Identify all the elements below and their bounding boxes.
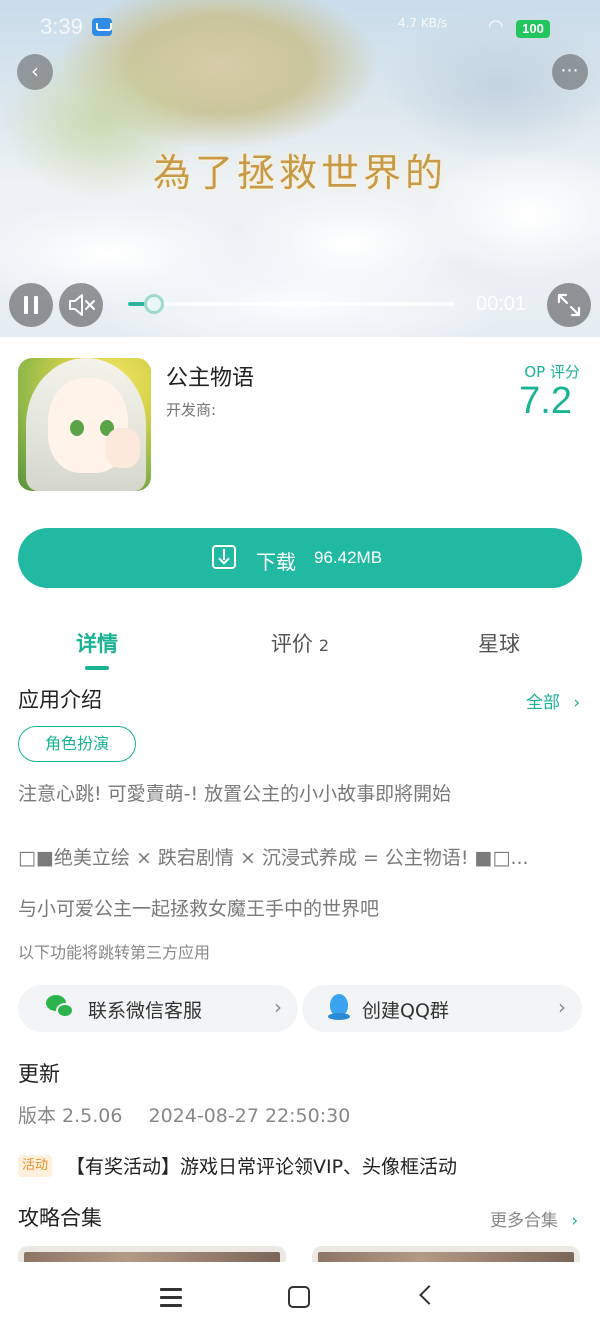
see-all-label: 全部 bbox=[526, 693, 560, 713]
chevron-right-icon: › bbox=[573, 693, 581, 713]
tab-planet[interactable]: 星球 bbox=[460, 628, 538, 658]
wifi-icon: ◠ bbox=[488, 16, 504, 37]
wechat-icon bbox=[46, 995, 76, 1021]
see-all-link[interactable]: 全部 › bbox=[526, 688, 580, 713]
mail-icon bbox=[92, 18, 112, 36]
developer-label: 开发商: bbox=[166, 401, 217, 419]
rating-label: OP 评分 bbox=[524, 363, 580, 381]
chevron-right-icon: › bbox=[558, 995, 566, 1019]
qq-icon bbox=[328, 994, 350, 1022]
version-number: 版本 2.5.06 bbox=[18, 1105, 123, 1127]
video-overlay-title: 為了拯救世界的 bbox=[152, 151, 447, 195]
update-date: 2024-08-27 22:50:30 bbox=[148, 1105, 351, 1127]
event-badge: 活动 bbox=[18, 1155, 53, 1177]
mute-icon bbox=[69, 294, 95, 316]
back-button[interactable]: ‹ bbox=[17, 54, 53, 90]
back-icon[interactable] bbox=[419, 1285, 439, 1305]
intro-line-2: □■绝美立绘 × 跌宕剧情 × 沉浸式养成 = 公主物语! ■□... bbox=[18, 847, 529, 869]
progress-handle[interactable] bbox=[144, 294, 165, 314]
rating-score: 7.2 bbox=[519, 380, 572, 422]
third-party-note: 以下功能将跳转第三方应用 bbox=[18, 943, 211, 962]
chevron-right-icon: › bbox=[274, 995, 282, 1019]
update-title: 更新 bbox=[18, 1062, 60, 1086]
video-progress-bar[interactable] bbox=[128, 294, 454, 314]
wechat-label: 联系微信客服 bbox=[88, 1000, 203, 1022]
active-tab-indicator bbox=[85, 666, 109, 670]
download-size: 96.42MB bbox=[314, 548, 383, 567]
app-title: 公主物语 bbox=[166, 366, 255, 391]
download-label: 下载 bbox=[256, 550, 296, 574]
network-speed: 4.7 KB/s bbox=[398, 16, 448, 30]
contact-wechat-button[interactable]: 联系微信客服 › bbox=[18, 985, 298, 1032]
fullscreen-button[interactable] bbox=[547, 283, 591, 327]
event-link[interactable]: 【有奖活动】游戏日常评论领VIP、头像框活动 bbox=[66, 1152, 457, 1179]
intro-line-1: 注意心跳! 可愛賣萌-! 放置公主的小小故事即將開始 bbox=[18, 783, 452, 805]
create-qq-group-button[interactable]: 创建QQ群 › bbox=[302, 985, 582, 1032]
mute-button[interactable] bbox=[59, 283, 103, 327]
review-count: 2 bbox=[318, 636, 330, 655]
ellipsis-icon: ⋯ bbox=[560, 60, 580, 81]
home-icon[interactable] bbox=[288, 1286, 310, 1308]
chevron-left-icon: ‹ bbox=[31, 59, 39, 83]
pause-button[interactable] bbox=[9, 283, 53, 327]
more-button[interactable]: ⋯ bbox=[552, 54, 588, 90]
more-collections-link[interactable]: 更多合集 › bbox=[490, 1206, 578, 1231]
tab-details[interactable]: 详情 bbox=[58, 628, 136, 658]
video-player[interactable]: 3:39 4.7 KB/s ◠ 100 為了拯救世界的 ‹ ⋯ 00:01 bbox=[0, 0, 600, 337]
app-icon bbox=[18, 358, 151, 491]
status-time: 3:39 bbox=[40, 14, 83, 39]
tab-reviews-label: 评价 bbox=[270, 632, 313, 656]
qq-label: 创建QQ群 bbox=[362, 1000, 449, 1022]
system-nav-bar bbox=[0, 1262, 600, 1333]
video-time: 00:01 bbox=[476, 293, 527, 315]
guides-title: 攻略合集 bbox=[18, 1206, 102, 1230]
download-button[interactable]: 下载 96.42MB bbox=[18, 528, 582, 588]
intro-title: 应用介绍 bbox=[18, 688, 102, 712]
chevron-right-icon: › bbox=[571, 1211, 579, 1231]
intro-line-3: 与小可爱公主一起拯救女魔王手中的世界吧 bbox=[18, 898, 380, 920]
more-collections-label: 更多合集 bbox=[490, 1211, 558, 1231]
expand-icon bbox=[557, 293, 581, 317]
menu-icon[interactable] bbox=[160, 1288, 184, 1308]
category-tag[interactable]: 角色扮演 bbox=[18, 726, 136, 762]
version-info: 版本 2.5.06 2024-08-27 22:50:30 bbox=[18, 1101, 350, 1128]
tab-reviews[interactable]: 评价 2 bbox=[250, 628, 350, 658]
status-bar: 3:39 4.7 KB/s ◠ 100 bbox=[0, 14, 600, 44]
download-icon bbox=[212, 545, 236, 569]
battery-indicator: 100 bbox=[516, 20, 550, 38]
